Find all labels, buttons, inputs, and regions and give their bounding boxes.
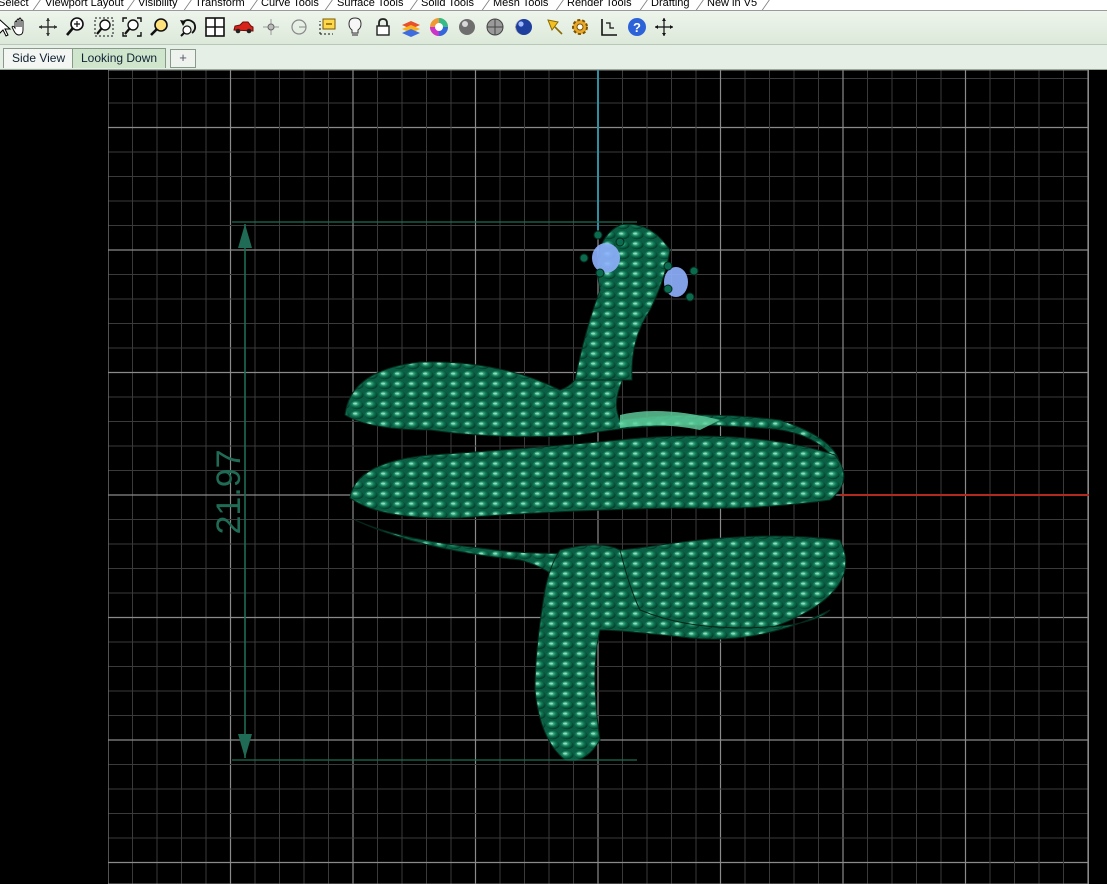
gumball-icon[interactable] (315, 15, 339, 39)
four-viewports-icon[interactable] (203, 15, 227, 39)
osnap-circle-icon[interactable] (287, 15, 311, 39)
toolbar-tab-strip: Select Viewport Layout Visibility Transf… (0, 0, 1107, 11)
zoom-icon[interactable] (64, 15, 88, 39)
layer-icon[interactable] (399, 15, 423, 39)
color-wheel-icon[interactable] (427, 15, 451, 39)
menu-tab-surface-tools[interactable]: Surface Tools (337, 0, 403, 10)
tab-looking-down[interactable]: Looking Down (72, 48, 167, 68)
menu-tab-separator (249, 0, 260, 10)
dimension-icon[interactable] (597, 15, 621, 39)
menu-tab-separator (639, 0, 650, 10)
svg-text:?: ? (633, 20, 641, 35)
menu-tab-separator (183, 0, 194, 10)
menu-tab-curve-tools[interactable]: Curve Tools (261, 0, 319, 10)
toolbar: ? (0, 11, 1107, 45)
zoom-window-icon[interactable] (92, 15, 116, 39)
car-icon[interactable] (231, 15, 255, 39)
menu-tab-select[interactable]: Select (0, 0, 29, 10)
flashlight-icon[interactable] (543, 15, 567, 39)
add-tab-button[interactable]: + (170, 49, 196, 68)
menu-tab-solid-tools[interactable]: Solid Tools (421, 0, 474, 10)
menu-tab-render-tools[interactable]: Render Tools (567, 0, 632, 10)
menu-tab-separator (481, 0, 492, 10)
shaded-sphere-icon[interactable] (455, 15, 479, 39)
blue-sphere-icon[interactable] (512, 15, 536, 39)
menu-tab-separator (126, 0, 137, 10)
viewport-canvas[interactable]: 21.97 (0, 70, 1107, 884)
tab-side-view[interactable]: Side View (3, 48, 75, 68)
zoom-extents-icon[interactable] (120, 15, 144, 39)
pan-hand-icon[interactable] (8, 15, 32, 39)
menu-tab-viewport-layout[interactable]: Viewport Layout (45, 0, 124, 10)
object-snap-icon[interactable] (259, 15, 283, 39)
dimension-value: 21.97 (210, 449, 248, 534)
menu-tab-separator (555, 0, 566, 10)
snake-ring-model[interactable] (344, 223, 847, 762)
eye-gem-left (592, 243, 620, 273)
menu-tab-separator (409, 0, 420, 10)
viewport[interactable]: 21.97 (0, 70, 1107, 884)
menu-tab-separator (695, 0, 706, 10)
menu-tab-transform[interactable]: Transform (195, 0, 245, 10)
lock-icon[interactable] (371, 15, 395, 39)
menu-tab-drafting[interactable]: Drafting (651, 0, 690, 10)
menu-tab-visibility[interactable]: Visibility (138, 0, 178, 10)
menu-tab-separator (324, 0, 335, 10)
menu-tab-separator (761, 0, 772, 10)
expand-icon[interactable] (652, 15, 676, 39)
light-bulb-icon[interactable] (343, 15, 367, 39)
zoom-selected-icon[interactable] (148, 15, 172, 39)
settings-gear-icon[interactable] (568, 15, 592, 39)
menu-tab-mesh-tools[interactable]: Mesh Tools (493, 0, 548, 10)
dimension-arrow-bottom (238, 734, 252, 758)
menu-tab-separator (32, 0, 43, 10)
rendered-sphere-icon[interactable] (483, 15, 507, 39)
menu-tab-new-in-v5[interactable]: New in V5 (707, 0, 757, 10)
help-icon[interactable]: ? (625, 15, 649, 39)
dimension-arrow-top (238, 224, 252, 248)
viewport-tabs: Side View Looking Down + (0, 45, 1107, 70)
rotate-view-icon[interactable] (36, 15, 60, 39)
undo-view-icon[interactable] (176, 15, 200, 39)
